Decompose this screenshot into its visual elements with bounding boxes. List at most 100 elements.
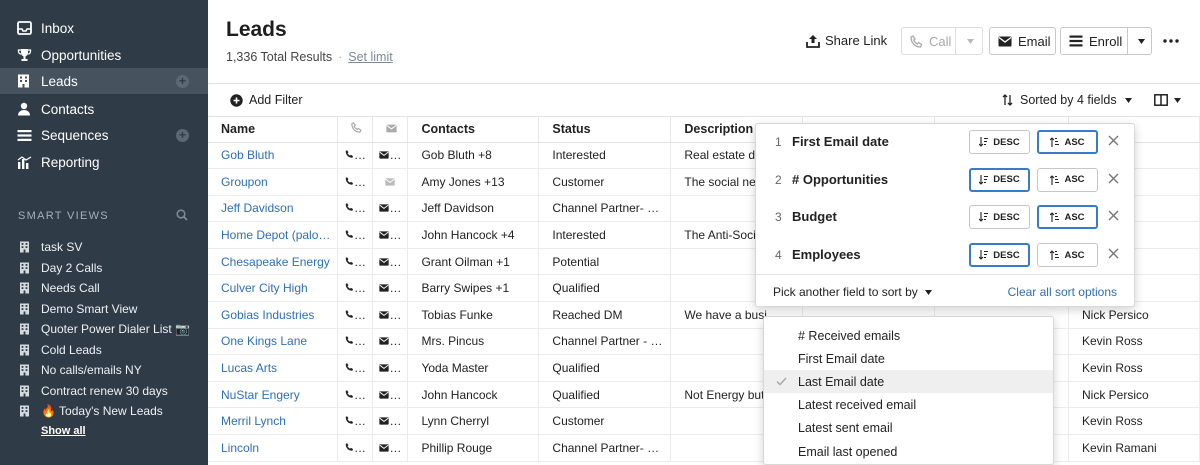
lead-name-link[interactable]: Lincoln <box>208 434 339 462</box>
smart-view-item[interactable]: Needs Call <box>0 278 208 298</box>
call-cell[interactable]: … <box>337 328 374 356</box>
email-cell[interactable]: … <box>372 407 409 436</box>
lead-name-link[interactable]: NuStar Engery <box>208 381 339 409</box>
sort-desc-button[interactable]: DESC <box>969 205 1030 230</box>
field-option[interactable]: Email last opened <box>764 440 1053 463</box>
lead-name-link[interactable]: Gob Bluth <box>208 142 339 170</box>
field-option[interactable]: First Email date <box>764 347 1053 370</box>
email-cell[interactable]: … <box>372 248 409 276</box>
lead-name-link[interactable]: Groupon <box>208 168 339 196</box>
field-option[interactable]: Last Email date <box>764 370 1053 394</box>
email-cell[interactable]: … <box>372 221 409 249</box>
smart-view-item[interactable]: Contract renew 30 days <box>0 381 208 401</box>
column-header-status[interactable]: Status <box>538 117 672 143</box>
lead-name-link[interactable]: One Kings Lane <box>208 328 339 356</box>
nav-inbox[interactable]: Inbox <box>0 15 208 41</box>
smart-view-item[interactable]: Quoter Power Dialer List 📷 <box>0 319 208 339</box>
email-cell[interactable]: … <box>372 301 409 329</box>
call-cell[interactable]: … <box>337 274 374 303</box>
lead-name-link[interactable]: Culver City High <box>208 274 339 303</box>
smart-view-item[interactable]: Cold Leads <box>0 340 208 360</box>
column-header-contacts[interactable]: Contacts <box>407 117 540 143</box>
smart-view-item[interactable]: No calls/emails NY <box>0 360 208 380</box>
field-option[interactable]: Latest received email <box>764 394 1053 417</box>
check-icon <box>776 377 787 386</box>
asc-label: ASC <box>1064 174 1085 186</box>
smart-view-item[interactable]: Day 2 Calls <box>0 258 208 278</box>
call-cell[interactable]: … <box>337 195 374 223</box>
lead-name-link[interactable]: Home Depot (palo… <box>208 221 339 249</box>
remove-sort-button[interactable] <box>1108 172 1119 187</box>
sort-asc-button[interactable]: ASC <box>1037 130 1098 154</box>
add-sequence-button[interactable]: + <box>176 128 189 142</box>
sort-desc-button[interactable]: DESC <box>969 167 1030 192</box>
email-ellipsis: … <box>389 254 402 269</box>
set-limit-link[interactable]: Set limit <box>348 50 392 64</box>
add-lead-button[interactable]: + <box>176 74 189 88</box>
remove-sort-button[interactable] <box>1108 134 1119 149</box>
smart-view-item[interactable]: 🔥 Today's New Leads <box>0 401 208 421</box>
remove-sort-button[interactable] <box>1108 247 1119 262</box>
lead-name-link[interactable]: Gobias Industries <box>208 301 339 329</box>
add-filter-button[interactable]: Add Filter <box>230 93 303 107</box>
column-header-name[interactable]: Name <box>208 117 339 143</box>
call-button[interactable]: Call <box>901 27 983 55</box>
nav-reporting[interactable]: Reporting <box>0 149 208 175</box>
sort-button[interactable]: Sorted by 4 fields <box>1002 93 1132 107</box>
call-cell[interactable]: … <box>337 301 374 329</box>
email-cell[interactable]: … <box>372 354 409 382</box>
email-cell[interactable]: … <box>372 142 409 170</box>
show-all-link[interactable]: Show all <box>41 425 86 437</box>
sort-desc-button[interactable]: DESC <box>969 130 1030 154</box>
call-cell[interactable]: … <box>337 248 374 276</box>
column-header-email[interactable] <box>372 117 409 143</box>
sort-asc-button[interactable]: ASC <box>1037 167 1098 192</box>
smart-view-item[interactable]: Demo Smart View <box>0 299 208 319</box>
call-cell[interactable]: … <box>337 142 374 170</box>
nav-sequences[interactable]: Sequences + <box>0 122 208 148</box>
email-cell[interactable]: … <box>372 195 409 223</box>
enroll-button[interactable]: Enroll <box>1060 27 1152 55</box>
email-cell[interactable]: … <box>372 434 409 462</box>
lead-name-link[interactable]: Lucas Arts <box>208 354 339 382</box>
email-button[interactable]: Email <box>989 27 1056 55</box>
email-cell[interactable]: … <box>372 381 409 409</box>
sort-asc-button[interactable]: ASC <box>1037 243 1098 268</box>
pick-field-dropdown[interactable]: Pick another field to sort by <box>773 285 932 299</box>
email-cell[interactable] <box>372 168 409 196</box>
field-option[interactable]: Latest sent email <box>764 417 1053 440</box>
envelope-icon <box>998 36 1012 46</box>
share-link-button[interactable]: Share Link <box>806 33 887 48</box>
sort-rule-row: 4 Employees DESC ASC <box>756 243 1136 268</box>
email-cell[interactable]: … <box>372 274 409 303</box>
more-options-icon[interactable] <box>1163 39 1179 43</box>
call-dropdown-toggle[interactable] <box>955 28 983 54</box>
email-cell[interactable]: … <box>372 328 409 356</box>
field-option[interactable]: # Received emails <box>764 324 1053 347</box>
enroll-dropdown-toggle[interactable] <box>1127 28 1152 54</box>
call-cell[interactable]: … <box>337 407 374 436</box>
call-cell[interactable]: … <box>337 221 374 249</box>
sort-asc-button[interactable]: ASC <box>1037 205 1098 230</box>
lead-name-link[interactable]: Merril Lynch <box>208 407 339 436</box>
call-cell[interactable]: … <box>337 434 374 462</box>
sort-desc-button[interactable]: DESC <box>969 243 1030 268</box>
column-header-phone[interactable] <box>337 117 374 143</box>
email-ellipsis: … <box>389 440 402 455</box>
call-cell[interactable]: … <box>337 381 374 409</box>
lead-name-link[interactable]: Jeff Davidson <box>208 195 339 223</box>
call-cell[interactable]: … <box>337 354 374 382</box>
nav-contacts[interactable]: Contacts <box>0 96 208 122</box>
clear-sort-link[interactable]: Clear all sort options <box>1008 285 1117 299</box>
search-icon[interactable] <box>176 209 188 221</box>
desc-label: DESC <box>993 174 1020 186</box>
remove-sort-button[interactable] <box>1108 209 1119 224</box>
column-settings-button[interactable] <box>1154 94 1181 106</box>
lead-name-link[interactable]: Chesapeake Energy <box>208 248 339 276</box>
nav-leads[interactable]: Leads + <box>0 68 208 94</box>
smart-view-item[interactable]: task SV <box>0 237 208 257</box>
nav-opportunities[interactable]: Opportunities <box>0 42 208 68</box>
sort-panel: 1 First Email date DESC ASC 2 # Opportunities… <box>755 123 1135 307</box>
desc-label: DESC <box>993 211 1020 223</box>
call-cell[interactable]: … <box>337 168 374 196</box>
